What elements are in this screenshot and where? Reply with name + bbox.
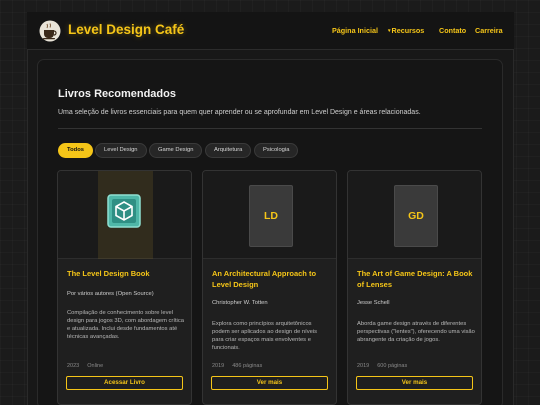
brand-title[interactable]: Level Design Café bbox=[68, 22, 184, 37]
see-more-button[interactable]: Ver mais bbox=[356, 376, 473, 390]
coffee-cup-icon[interactable] bbox=[39, 20, 61, 42]
book-cover-area: LD bbox=[203, 171, 336, 259]
book-meta: 2023 Online bbox=[67, 363, 103, 369]
page-title: Livros Recomendados bbox=[58, 88, 176, 100]
chevron-down-icon: ▾ bbox=[388, 28, 391, 34]
book-card: The Level Design Book Por vários autores… bbox=[57, 170, 192, 405]
filter-chip-game-design[interactable]: Game Design bbox=[149, 143, 203, 158]
book-description: Compilação de conhecimento sobre level d… bbox=[67, 310, 184, 340]
see-more-button[interactable]: Ver mais bbox=[211, 376, 328, 390]
filter-chip-level-design[interactable]: Level Design bbox=[95, 143, 147, 158]
book-year: 2019 bbox=[357, 363, 370, 369]
book-cover: LD bbox=[249, 185, 293, 247]
book-format: Online bbox=[87, 363, 104, 369]
nav-resources-label: Recursos bbox=[391, 26, 425, 35]
book-cube-icon bbox=[107, 194, 141, 228]
nav-contact[interactable]: Contato bbox=[439, 26, 466, 35]
site-header: Level Design Café Página Inicial ▾Recurs… bbox=[27, 12, 514, 50]
book-cover-area bbox=[58, 171, 191, 259]
book-author: Por vários autores (Open Source) bbox=[67, 291, 154, 297]
book-author: Jesse Schell bbox=[357, 300, 390, 306]
book-description: Aborda game design através de diferentes… bbox=[357, 321, 475, 343]
book-pages: 600 páginas bbox=[377, 363, 408, 369]
book-card: GD The Art of Game Design: A Book of Len… bbox=[347, 170, 482, 405]
filter-chip-all[interactable]: Todos bbox=[58, 143, 93, 158]
page-subtitle: Uma seleção de livros essenciais para qu… bbox=[58, 109, 421, 116]
book-title: The Level Design Book bbox=[67, 269, 150, 278]
book-pages: 486 páginas bbox=[232, 363, 263, 369]
book-description: Explora como princípios arquitetônicos p… bbox=[212, 321, 318, 351]
access-book-button[interactable]: Acessar Livro bbox=[66, 376, 183, 390]
nav-home[interactable]: Página Inicial bbox=[332, 26, 378, 35]
book-year: 2023 bbox=[67, 363, 80, 369]
book-title: An Architectural Approach to Level Desig… bbox=[212, 269, 317, 289]
book-meta: 2019 486 páginas bbox=[212, 363, 262, 369]
nav-career[interactable]: Carreira bbox=[475, 26, 503, 35]
book-cover-area: GD bbox=[348, 171, 481, 259]
book-cover: GD bbox=[394, 185, 438, 247]
book-author: Christopher W. Totten bbox=[212, 300, 268, 306]
nav-resources[interactable]: ▾Recursos bbox=[388, 26, 424, 35]
book-title: The Art of Game Design: A Book of Lenses bbox=[357, 269, 473, 289]
book-meta: 2019 600 páginas bbox=[357, 363, 407, 369]
filter-chip-psychology[interactable]: Psicologia bbox=[254, 143, 299, 158]
filter-chip-architecture[interactable]: Arquitetura bbox=[205, 143, 252, 158]
divider bbox=[58, 128, 482, 129]
book-year: 2019 bbox=[212, 363, 225, 369]
book-card: LD An Architectural Approach to Level De… bbox=[202, 170, 337, 405]
